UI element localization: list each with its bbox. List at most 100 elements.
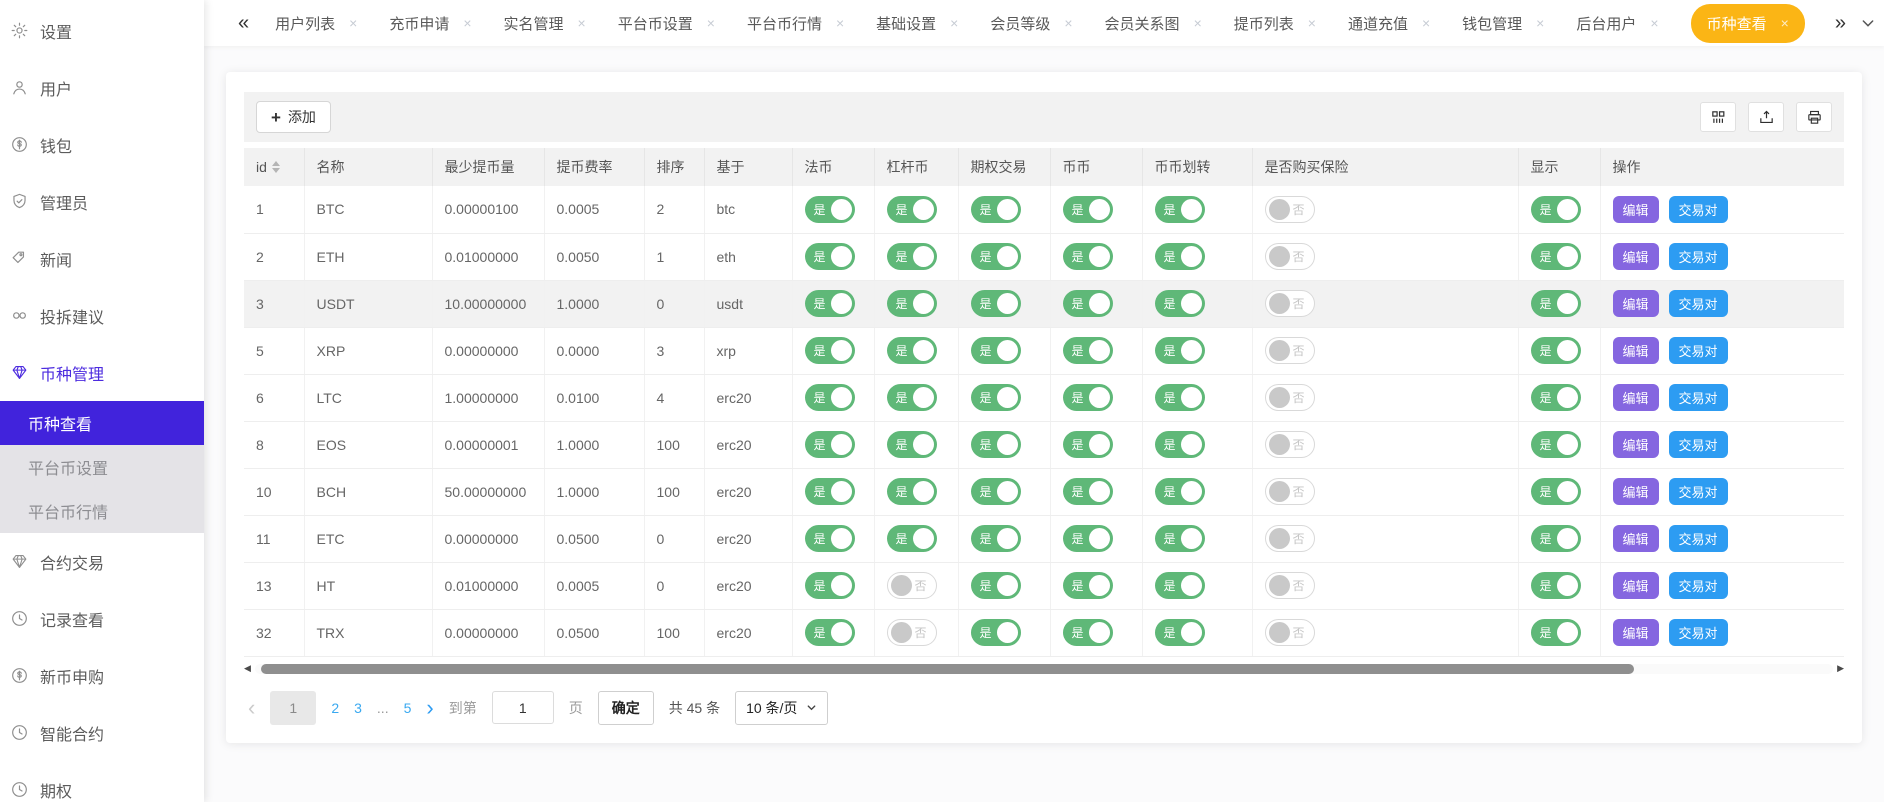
sort-control[interactable]: id	[256, 159, 280, 175]
toggle-leverage-on[interactable]: 是	[887, 478, 937, 505]
tab-基础设置[interactable]: 基础设置×	[876, 13, 958, 34]
tabs-scroll-left-icon[interactable]: «	[238, 12, 249, 35]
toggle-coin-on[interactable]: 是	[1063, 243, 1113, 270]
toggle-insurance-off[interactable]: 否	[1265, 525, 1315, 552]
toggle-coin-on[interactable]: 是	[1063, 525, 1113, 552]
tab-close-icon[interactable]: ×	[1422, 15, 1430, 31]
pairs-button[interactable]: 交易对	[1669, 431, 1728, 458]
tab-提币列表[interactable]: 提币列表×	[1234, 13, 1316, 34]
toggle-fiat-on[interactable]: 是	[805, 478, 855, 505]
sidebar-subitem-platform-coin-market[interactable]: 平台币行情	[0, 489, 204, 533]
toggle-option-on[interactable]: 是	[971, 243, 1021, 270]
columns-toggle-icon[interactable]	[1700, 102, 1736, 132]
edit-button[interactable]: 编辑	[1613, 572, 1659, 599]
print-icon[interactable]	[1796, 102, 1832, 132]
tab-close-icon[interactable]: ×	[1536, 15, 1544, 31]
tab-close-icon[interactable]: ×	[1650, 15, 1658, 31]
edit-button[interactable]: 编辑	[1613, 243, 1659, 270]
sidebar-item-options[interactable]: 期权	[0, 761, 204, 802]
toggle-fiat-on[interactable]: 是	[805, 290, 855, 317]
toggle-show-on[interactable]: 是	[1531, 572, 1581, 599]
tab-close-icon[interactable]: ×	[950, 15, 958, 31]
confirm-button[interactable]: 确定	[598, 691, 654, 725]
tab-close-icon[interactable]: ×	[836, 15, 844, 31]
toggle-transfer-on[interactable]: 是	[1155, 431, 1205, 458]
toggle-insurance-off[interactable]: 否	[1265, 243, 1315, 270]
toggle-insurance-off[interactable]: 否	[1265, 619, 1315, 646]
toggle-option-on[interactable]: 是	[971, 572, 1021, 599]
toggle-show-on[interactable]: 是	[1531, 525, 1581, 552]
edit-button[interactable]: 编辑	[1613, 431, 1659, 458]
tab-close-icon[interactable]: ×	[578, 15, 586, 31]
toggle-transfer-on[interactable]: 是	[1155, 525, 1205, 552]
toggle-fiat-on[interactable]: 是	[805, 619, 855, 646]
edit-button[interactable]: 编辑	[1613, 384, 1659, 411]
pairs-button[interactable]: 交易对	[1669, 196, 1728, 223]
toggle-transfer-on[interactable]: 是	[1155, 384, 1205, 411]
scrollbar-right-arrow-icon[interactable]: ▶	[1837, 664, 1844, 673]
tab-平台币设置[interactable]: 平台币设置×	[618, 13, 715, 34]
toggle-show-on[interactable]: 是	[1531, 619, 1581, 646]
pairs-button[interactable]: 交易对	[1669, 384, 1728, 411]
sidebar-item-feedback[interactable]: 投拆建议	[0, 287, 204, 344]
scrollbar-track[interactable]	[255, 664, 1833, 674]
toggle-show-on[interactable]: 是	[1531, 290, 1581, 317]
page-number-3[interactable]: 3	[354, 700, 362, 716]
pairs-button[interactable]: 交易对	[1669, 290, 1728, 317]
toggle-show-on[interactable]: 是	[1531, 384, 1581, 411]
sort-caret-icon[interactable]	[272, 161, 280, 173]
tab-币种查看[interactable]: 币种查看×	[1691, 4, 1805, 43]
toggle-leverage-on[interactable]: 是	[887, 290, 937, 317]
tab-用户列表[interactable]: 用户列表×	[275, 13, 357, 34]
tab-close-icon[interactable]: ×	[707, 15, 715, 31]
toggle-coin-on[interactable]: 是	[1063, 478, 1113, 505]
sidebar-item-news[interactable]: 新闻	[0, 230, 204, 287]
sidebar-item-coin-manage[interactable]: 币种管理	[0, 344, 204, 401]
toggle-option-on[interactable]: 是	[971, 290, 1021, 317]
toggle-fiat-on[interactable]: 是	[805, 572, 855, 599]
edit-button[interactable]: 编辑	[1613, 196, 1659, 223]
tab-close-icon[interactable]: ×	[1781, 15, 1789, 31]
scrollbar-thumb[interactable]	[261, 664, 1634, 674]
toggle-transfer-on[interactable]: 是	[1155, 337, 1205, 364]
toggle-option-on[interactable]: 是	[971, 619, 1021, 646]
toggle-fiat-on[interactable]: 是	[805, 431, 855, 458]
sidebar-item-wallet[interactable]: 钱包	[0, 116, 204, 173]
edit-button[interactable]: 编辑	[1613, 478, 1659, 505]
toggle-transfer-on[interactable]: 是	[1155, 572, 1205, 599]
toggle-fiat-on[interactable]: 是	[805, 337, 855, 364]
edit-button[interactable]: 编辑	[1613, 525, 1659, 552]
tab-会员关系图[interactable]: 会员关系图×	[1105, 13, 1202, 34]
toggle-option-on[interactable]: 是	[971, 525, 1021, 552]
toggle-leverage-on[interactable]: 是	[887, 243, 937, 270]
toggle-option-on[interactable]: 是	[971, 196, 1021, 223]
toggle-option-on[interactable]: 是	[971, 478, 1021, 505]
pairs-button[interactable]: 交易对	[1669, 478, 1728, 505]
sidebar-item-new-coin[interactable]: 新币申购	[0, 647, 204, 704]
toggle-show-on[interactable]: 是	[1531, 337, 1581, 364]
toggle-coin-on[interactable]: 是	[1063, 290, 1113, 317]
pairs-button[interactable]: 交易对	[1669, 525, 1728, 552]
toggle-transfer-on[interactable]: 是	[1155, 243, 1205, 270]
tab-close-icon[interactable]: ×	[1194, 15, 1202, 31]
sidebar-item-smart-contract[interactable]: 智能合约	[0, 704, 204, 761]
toggle-option-on[interactable]: 是	[971, 384, 1021, 411]
sidebar-item-users[interactable]: 用户	[0, 59, 204, 116]
toggle-insurance-off[interactable]: 否	[1265, 431, 1315, 458]
add-button[interactable]: + 添加	[256, 101, 331, 133]
toggle-leverage-on[interactable]: 是	[887, 525, 937, 552]
toggle-leverage-off[interactable]: 否	[887, 572, 937, 599]
tab-close-icon[interactable]: ×	[1064, 15, 1072, 31]
pairs-button[interactable]: 交易对	[1669, 619, 1728, 646]
toggle-transfer-on[interactable]: 是	[1155, 196, 1205, 223]
toggle-fiat-on[interactable]: 是	[805, 384, 855, 411]
toggle-transfer-on[interactable]: 是	[1155, 478, 1205, 505]
page-number-2[interactable]: 2	[331, 700, 339, 716]
page-number-5[interactable]: 5	[404, 700, 412, 716]
sidebar-subitem-coin-view[interactable]: 币种查看	[0, 401, 204, 445]
tab-充币申请[interactable]: 充币申请×	[389, 13, 471, 34]
scrollbar-left-arrow-icon[interactable]: ◀	[244, 664, 251, 673]
toggle-show-on[interactable]: 是	[1531, 243, 1581, 270]
tabs-scroll-right-icon[interactable]: »	[1835, 12, 1846, 35]
toggle-insurance-off[interactable]: 否	[1265, 572, 1315, 599]
